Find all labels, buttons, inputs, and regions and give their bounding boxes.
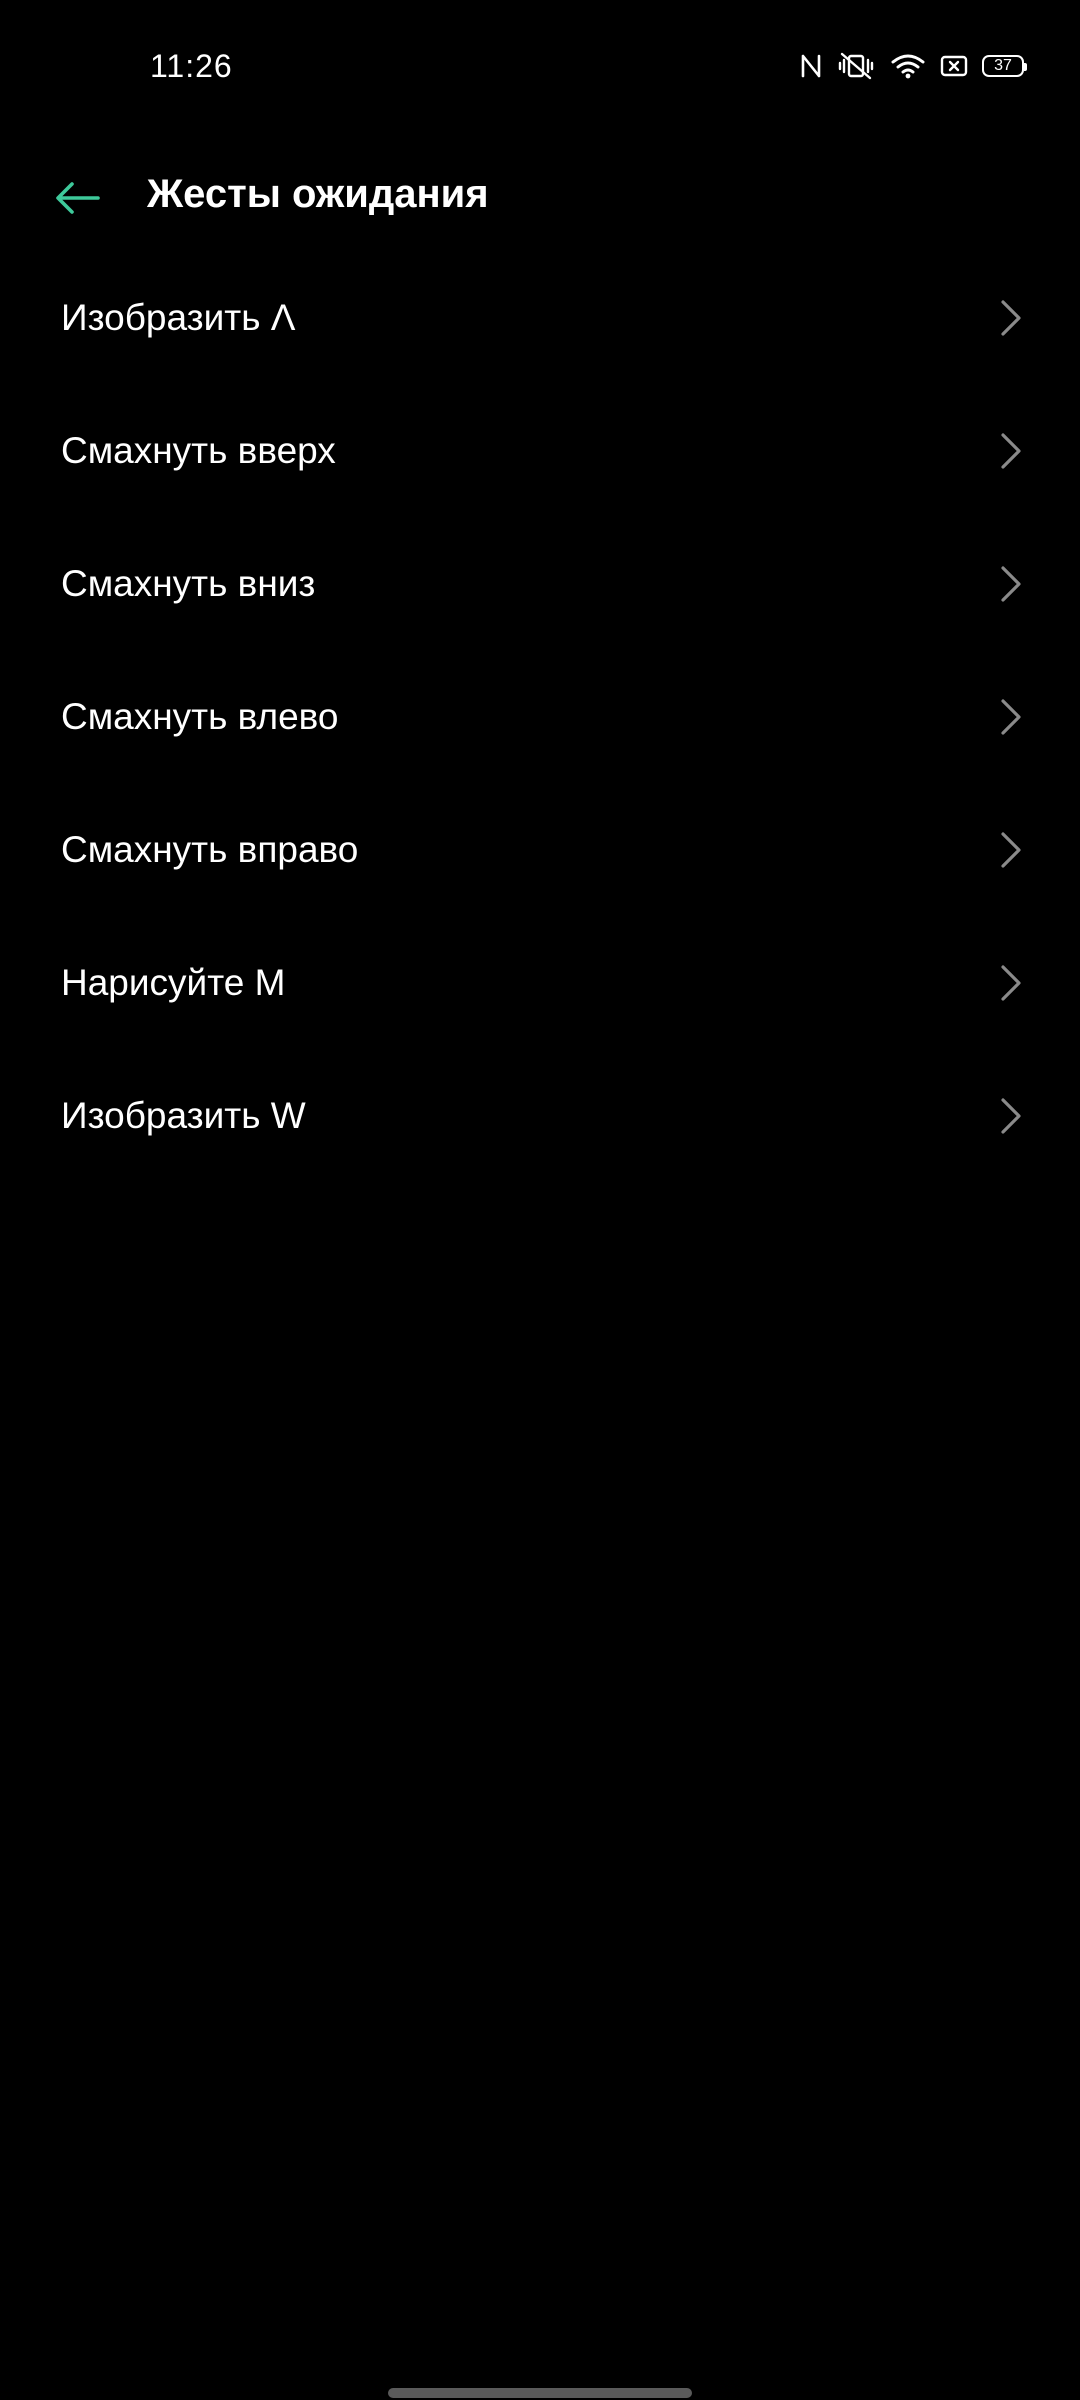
- nfc-icon: [800, 53, 822, 79]
- list-item-label: Смахнуть вправо: [61, 829, 359, 870]
- list-item[interactable]: Смахнуть влево: [0, 652, 1080, 785]
- battery-level: 37: [994, 57, 1012, 74]
- chevron-right-icon: [1001, 433, 1021, 469]
- status-time: 11:26: [150, 48, 233, 84]
- chevron-right-icon: [1001, 832, 1021, 868]
- header: Жесты ожидания: [0, 150, 1080, 246]
- arrow-left-icon: [56, 182, 100, 214]
- wifi-icon: [890, 52, 926, 80]
- chevron-right-icon: [1001, 300, 1021, 336]
- page-title: Жесты ожидания: [147, 172, 489, 216]
- chevron-right-icon: [1001, 699, 1021, 735]
- list-item-label: Смахнуть влево: [61, 696, 339, 737]
- home-indicator[interactable]: [388, 2388, 692, 2398]
- list-item[interactable]: Смахнуть вниз: [0, 519, 1080, 652]
- battery-icon: 37: [982, 55, 1027, 77]
- chevron-right-icon: [1001, 965, 1021, 1001]
- list-item[interactable]: Смахнуть вверх: [0, 386, 1080, 519]
- list-item-label: Изобразить Λ: [61, 297, 296, 338]
- list-item-label: Смахнуть вниз: [61, 563, 316, 604]
- list-item-label: Смахнуть вверх: [61, 430, 336, 471]
- list-item[interactable]: Смахнуть вправо: [0, 785, 1080, 918]
- list-item-label: Нарисуйте M: [61, 962, 286, 1003]
- gesture-list: Изобразить Λ Смахнуть вверх Смахнуть вниз С…: [0, 253, 1080, 1184]
- sim-icon: [940, 54, 968, 78]
- chevron-right-icon: [1001, 566, 1021, 602]
- list-item[interactable]: Нарисуйте M: [0, 918, 1080, 1051]
- status-icons: 37: [800, 52, 1027, 80]
- vibrate-off-icon: [836, 52, 876, 80]
- status-bar: 11:26 37: [0, 0, 1080, 140]
- back-button[interactable]: [44, 170, 112, 226]
- list-item[interactable]: Изобразить Λ: [0, 253, 1080, 386]
- list-item-label: Изобразить W: [61, 1095, 306, 1136]
- list-item[interactable]: Изобразить W: [0, 1051, 1080, 1184]
- chevron-right-icon: [1001, 1098, 1021, 1134]
